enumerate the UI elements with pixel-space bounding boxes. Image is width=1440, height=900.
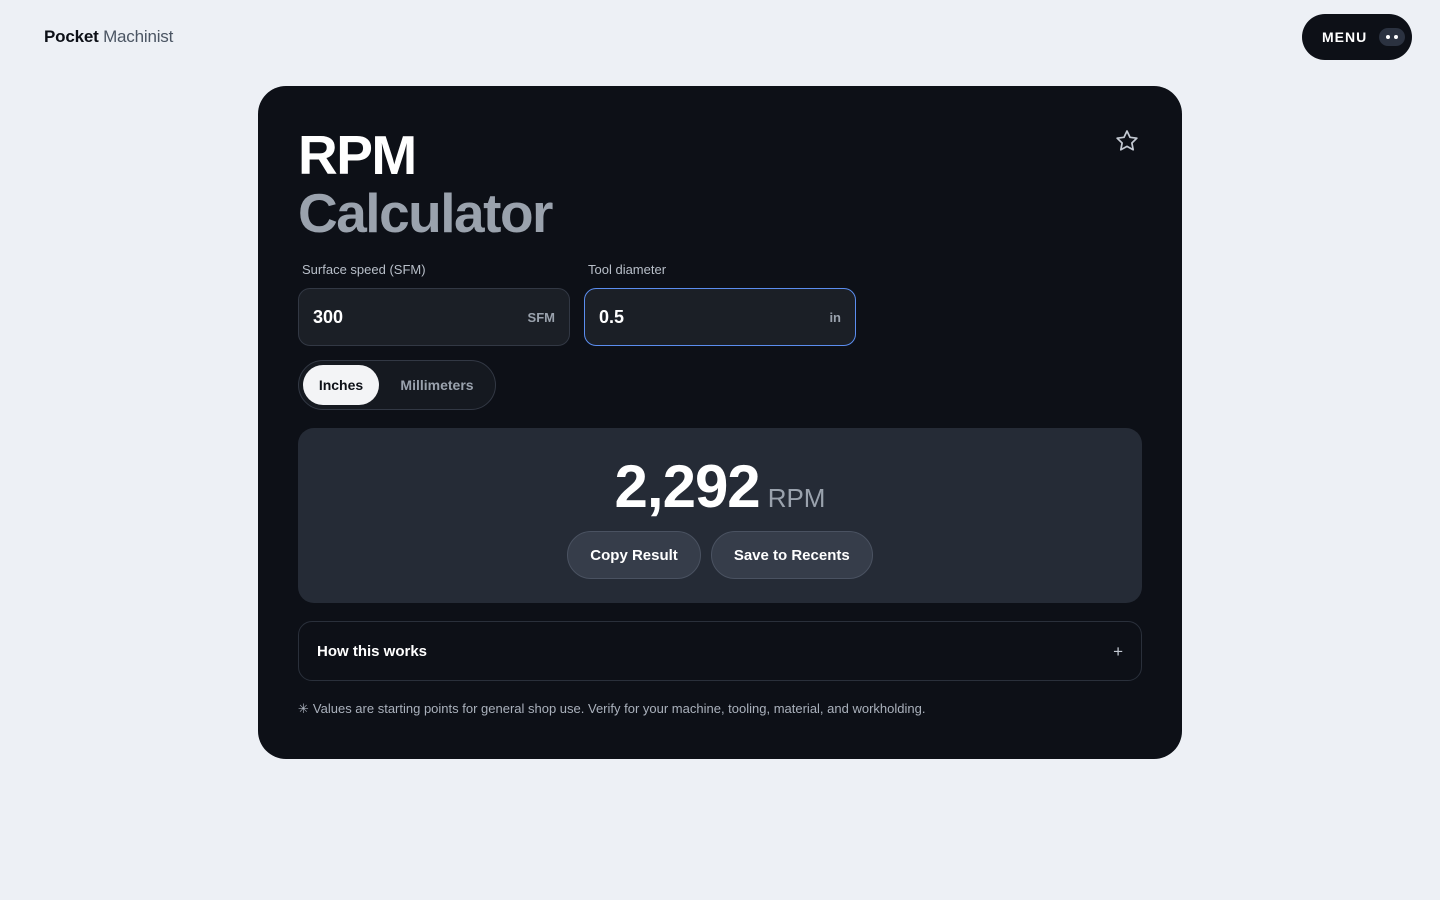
title-line-1: RPM bbox=[298, 124, 417, 186]
toggle-inches[interactable]: Inches bbox=[303, 365, 379, 405]
brand-secondary: Machinist bbox=[103, 27, 174, 46]
star-icon[interactable] bbox=[1114, 128, 1140, 154]
rpm-calculator-card: RPM Calculator Surface speed (SFM) SFM T… bbox=[258, 86, 1182, 759]
result-panel: 2,292 RPM Copy Result Save to Recents bbox=[298, 428, 1142, 603]
unit-toggle: Inches Millimeters bbox=[298, 360, 496, 410]
surface-speed-label: Surface speed (SFM) bbox=[302, 262, 426, 277]
result-unit: RPM bbox=[767, 483, 826, 513]
toggle-millimeters[interactable]: Millimeters bbox=[383, 365, 491, 405]
save-to-recents-button[interactable]: Save to Recents bbox=[710, 531, 873, 579]
brand-logo[interactable]: Pocket Machinist bbox=[44, 26, 173, 48]
tool-diameter-unit: in bbox=[829, 309, 841, 325]
tool-diameter-input[interactable] bbox=[599, 306, 830, 328]
result-actions: Copy Result Save to Recents bbox=[298, 531, 1142, 579]
how-this-works-accordion[interactable]: How this works + bbox=[298, 621, 1142, 681]
accordion-title: How this works bbox=[317, 642, 428, 660]
dots-icon bbox=[1379, 28, 1406, 46]
disclaimer-text: Values are starting points for general s… bbox=[312, 701, 926, 716]
surface-speed-unit: SFM bbox=[527, 309, 555, 325]
disclaimer: ✳ Values are starting points for general … bbox=[298, 701, 925, 717]
plus-icon[interactable]: + bbox=[1113, 642, 1123, 662]
asterisk-icon: ✳ bbox=[298, 701, 309, 716]
menu-button[interactable]: MENU bbox=[1302, 14, 1412, 60]
menu-label: MENU bbox=[1322, 29, 1368, 45]
top-bar: Pocket Machinist MENU bbox=[0, 0, 1440, 74]
result-readout: 2,292 RPM bbox=[298, 452, 1142, 521]
surface-speed-input[interactable] bbox=[313, 306, 528, 328]
tool-diameter-label: Tool diameter bbox=[588, 262, 667, 277]
brand-primary: Pocket bbox=[44, 27, 99, 46]
surface-speed-field[interactable]: SFM bbox=[298, 288, 570, 346]
tool-diameter-field[interactable]: in bbox=[584, 288, 856, 346]
copy-result-button[interactable]: Copy Result bbox=[567, 531, 701, 579]
page-title: RPM Calculator bbox=[298, 124, 553, 244]
result-value: 2,292 bbox=[614, 453, 761, 520]
title-line-2: Calculator bbox=[298, 182, 553, 244]
